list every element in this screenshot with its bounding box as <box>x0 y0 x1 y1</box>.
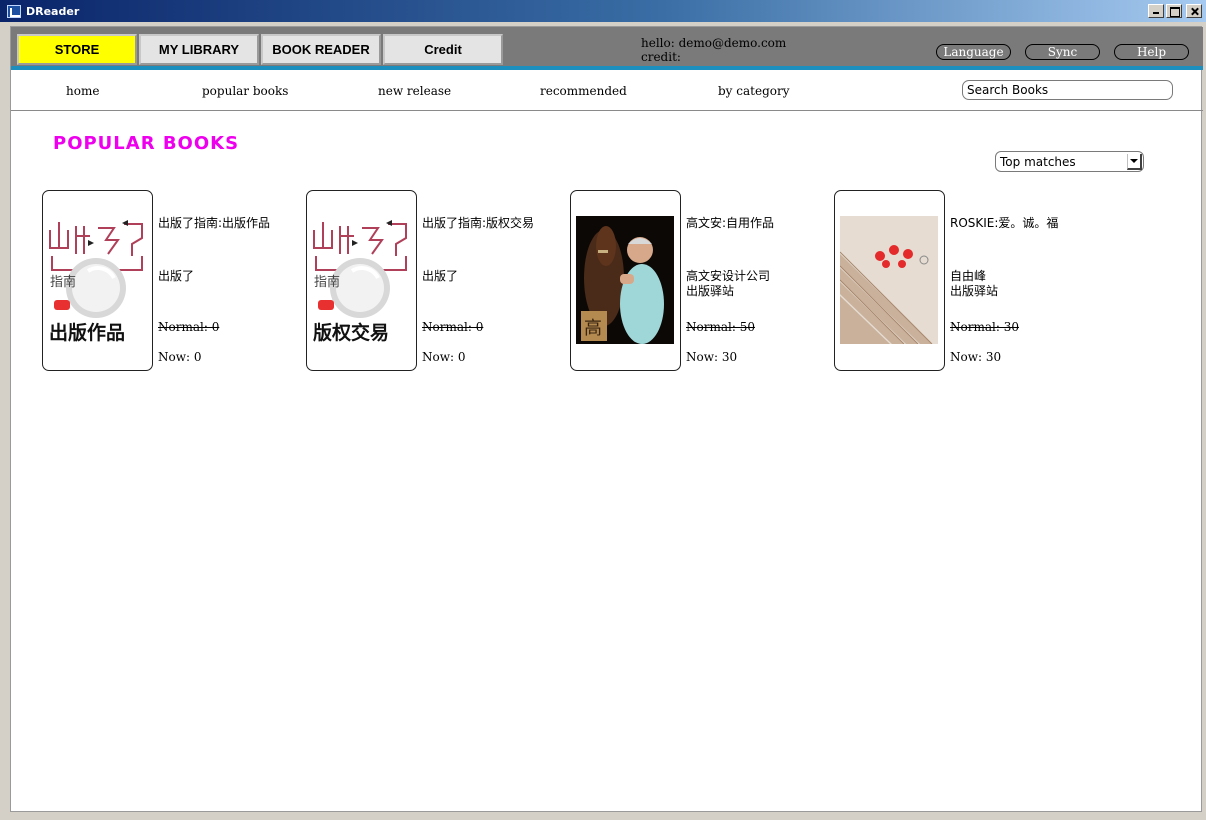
language-button[interactable]: Language <box>936 44 1011 60</box>
page-title: POPULAR BOOKS <box>53 133 240 154</box>
minimize-icon[interactable] <box>1148 4 1164 18</box>
book-title[interactable]: 出版了指南:出版作品 <box>158 214 270 231</box>
window-title: DReader <box>26 4 80 18</box>
window-titlebar: DReader <box>0 0 1206 22</box>
book-card[interactable]: 指南 版权交易 出版了指南:版权交易 出版了 Normal: 0 Now: 0 <box>306 190 566 372</box>
store-nav: home popular books new release recommend… <box>11 74 1203 111</box>
book-cover-frame: 指南 版权交易 <box>306 190 417 371</box>
tab-my-library[interactable]: MY LIBRARY <box>139 34 259 65</box>
current-price: Now: 30 <box>950 350 1002 364</box>
cover-text: 出版作品 <box>49 321 125 344</box>
cover-text: 版权交易 <box>313 321 389 344</box>
book-cover-frame: 指南 出版作品 <box>42 190 153 371</box>
nav-by-category[interactable]: by category <box>718 84 790 98</box>
publisher-line: 出版了 <box>422 269 459 283</box>
book-title[interactable]: ROSKIE:爱。诚。福 <box>950 214 1058 231</box>
book-title[interactable]: 出版了指南:版权交易 <box>422 214 534 231</box>
publisher-line: 出版了 <box>158 269 195 283</box>
publisher-line: 高文安设计公司 <box>686 269 771 283</box>
nav-recommended[interactable]: recommended <box>540 84 627 98</box>
sort-selected: Top matches <box>1000 154 1076 169</box>
current-price: Now: 0 <box>158 350 202 364</box>
search-input[interactable] <box>962 80 1173 100</box>
book-cover[interactable]: 指南 版权交易 <box>312 216 410 344</box>
hello-text: hello: demo@demo.com <box>641 36 787 50</box>
app-header: STORE MY LIBRARY BOOK READER Credit hell… <box>11 27 1203 70</box>
book-publisher: 出版了 <box>422 269 458 284</box>
cover-top-text: 指南 <box>314 274 340 290</box>
tab-store[interactable]: STORE <box>17 34 137 65</box>
help-button[interactable]: Help <box>1114 44 1189 60</box>
book-card[interactable]: 高 高文安:自用作品 高文安设计公司 出版驿站 Normal: 50 Now: … <box>570 190 830 372</box>
publisher-line: 自由峰 <box>950 269 987 283</box>
normal-price: Normal: 0 <box>422 320 484 334</box>
normal-price: Normal: 30 <box>950 320 1019 334</box>
sync-button[interactable]: Sync <box>1025 44 1100 60</box>
nav-popular-books[interactable]: popular books <box>202 84 288 98</box>
maximize-icon[interactable] <box>1166 4 1182 18</box>
book-cover-frame: 高 <box>570 190 681 371</box>
close-icon[interactable] <box>1186 4 1202 18</box>
nav-home[interactable]: home <box>66 84 99 98</box>
book-publisher: 高文安设计公司 出版驿站 <box>686 269 770 299</box>
book-card[interactable]: ROSKIE:爱。诚。福 自由峰 出版驿站 Normal: 30 Now: 30 <box>834 190 1094 372</box>
current-price: Now: 0 <box>422 350 466 364</box>
book-cover-frame <box>834 190 945 371</box>
book-publisher: 出版了 <box>158 269 194 284</box>
tab-credit[interactable]: Credit <box>383 34 503 65</box>
cover-text: 高 <box>584 318 602 339</box>
book-card[interactable]: 指南 出版作品 出版了指南:出版作品 出版了 Normal: 0 Now: 0 <box>42 190 302 372</box>
book-title[interactable]: 高文安:自用作品 <box>686 214 774 231</box>
cover-top-text: 指南 <box>50 274 76 290</box>
credit-text: credit: <box>641 50 681 64</box>
chevron-down-icon[interactable] <box>1127 154 1142 170</box>
book-publisher: 自由峰 出版驿站 <box>950 269 998 299</box>
normal-price: Normal: 0 <box>158 320 220 334</box>
book-cover[interactable]: 指南 出版作品 <box>48 216 146 344</box>
book-cover[interactable]: 高 <box>576 216 674 344</box>
nav-new-release[interactable]: new release <box>378 84 451 98</box>
app-icon <box>7 4 21 18</box>
normal-price: Normal: 50 <box>686 320 755 334</box>
header-actions: Language Sync Help <box>936 44 1189 60</box>
publisher-line: 出版驿站 <box>686 284 735 298</box>
publisher-line: 出版驿站 <box>950 284 999 298</box>
user-info: hello: demo@demo.com credit: <box>641 36 786 64</box>
current-price: Now: 30 <box>686 350 738 364</box>
window-controls <box>1148 4 1202 18</box>
app-window: STORE MY LIBRARY BOOK READER Credit hell… <box>10 26 1203 812</box>
tab-book-reader[interactable]: BOOK READER <box>261 34 381 65</box>
sort-dropdown[interactable]: Top matches <box>995 151 1144 172</box>
main-tabs: STORE MY LIBRARY BOOK READER Credit <box>17 34 503 65</box>
book-cover[interactable] <box>840 216 938 344</box>
